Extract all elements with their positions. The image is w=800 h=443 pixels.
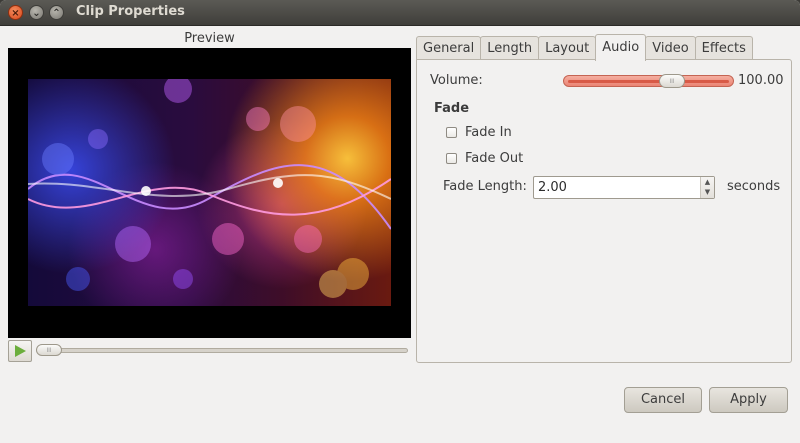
fade-in-label: Fade In [465, 125, 512, 140]
video-bokeh-image [28, 79, 391, 298]
clip-properties-window: × ⌄ ⌃ Clip Properties Preview ıı General… [0, 0, 800, 443]
fade-out-label: Fade Out [465, 151, 524, 166]
tab-effects[interactable]: Effects [694, 36, 753, 60]
preview-viewport [8, 48, 411, 338]
fade-length-label: Fade Length: [443, 179, 527, 194]
tab-general[interactable]: General [416, 36, 482, 60]
tab-length[interactable]: Length [480, 36, 540, 60]
fade-in-row[interactable]: Fade In [446, 125, 512, 140]
tab-layout[interactable]: Layout [538, 36, 597, 60]
pane-divider[interactable]: ⋮ [413, 192, 421, 206]
apply-button[interactable]: Apply [709, 387, 788, 413]
volume-slider-handle[interactable]: ıı [659, 74, 685, 88]
minimize-icon[interactable]: ⌄ [29, 5, 44, 20]
play-button[interactable] [8, 340, 32, 362]
audio-tab-panel [416, 59, 792, 363]
fade-in-checkbox[interactable] [446, 127, 457, 138]
volume-label: Volume: [430, 73, 483, 88]
preview-video-frame [28, 79, 391, 306]
tab-video[interactable]: Video [645, 36, 696, 60]
fade-length-unit: seconds [727, 179, 781, 194]
spin-up-icon[interactable]: ▲ [701, 177, 714, 187]
volume-slider[interactable] [563, 75, 734, 87]
tab-bar: General Length Layout Audio Video Effect… [416, 34, 753, 61]
fade-heading: Fade [434, 101, 470, 116]
fade-out-checkbox[interactable] [446, 153, 457, 164]
spin-arrows[interactable]: ▲ ▼ [700, 177, 714, 198]
tab-audio[interactable]: Audio [595, 34, 647, 61]
volume-value: 100.00 [738, 73, 784, 88]
fade-length-value[interactable]: 2.00 [538, 180, 567, 195]
close-icon[interactable]: × [8, 5, 23, 20]
window-title: Clip Properties [76, 4, 185, 19]
play-icon [15, 345, 26, 357]
fade-out-row[interactable]: Fade Out [446, 151, 523, 166]
fade-length-spinbox[interactable]: 2.00 ▲ ▼ [533, 176, 715, 199]
preview-label: Preview [184, 31, 235, 46]
title-bar: × ⌄ ⌃ Clip Properties [0, 0, 800, 26]
seek-slider-handle[interactable]: ıı [36, 344, 62, 356]
cancel-button[interactable]: Cancel [624, 387, 702, 413]
spin-down-icon[interactable]: ▼ [701, 187, 714, 197]
maximize-icon[interactable]: ⌃ [49, 5, 64, 20]
seek-slider[interactable] [36, 348, 408, 353]
